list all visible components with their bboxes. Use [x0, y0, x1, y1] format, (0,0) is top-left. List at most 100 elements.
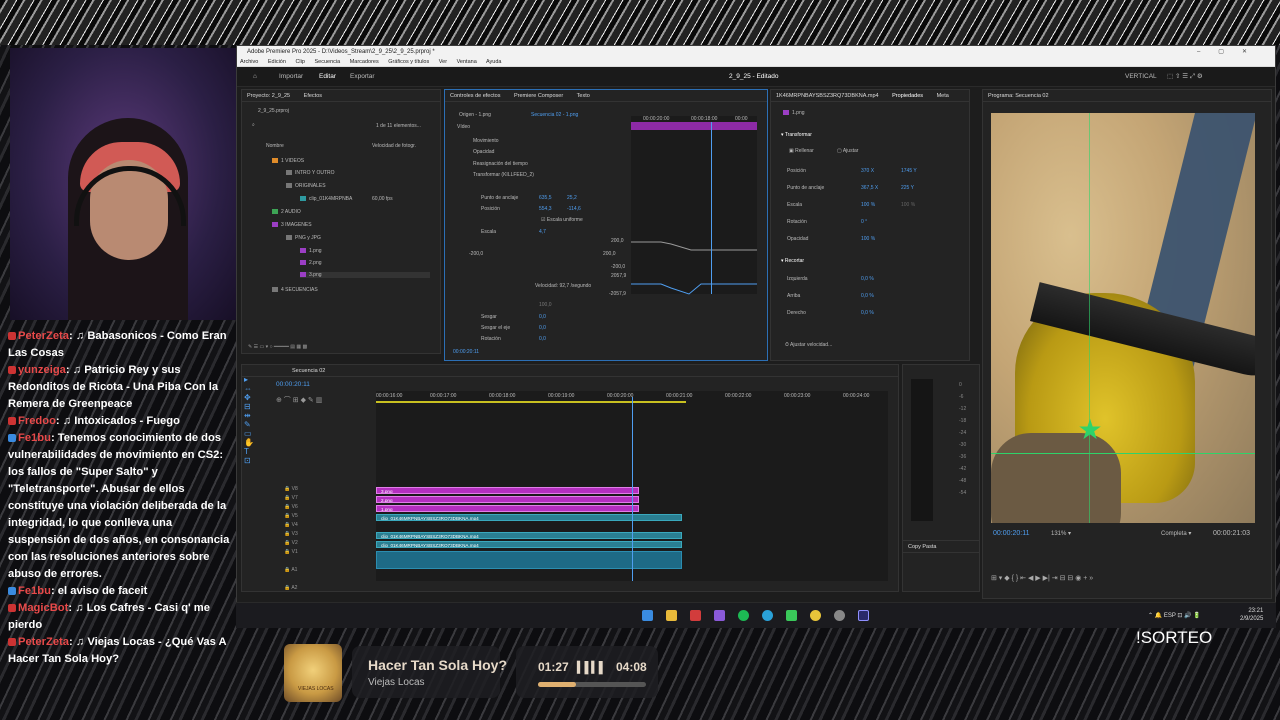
list-item[interactable]: clip_01K4MRPNBA [300, 196, 352, 202]
tab-premiere-composer[interactable]: Premiere Composer [514, 93, 563, 99]
prop-value[interactable]: 0,0 % [861, 276, 874, 282]
app-icon[interactable] [834, 610, 845, 621]
playhead[interactable] [711, 122, 712, 294]
program-preview[interactable]: ★ [991, 113, 1255, 523]
sesgar-eje-value[interactable]: 0,0 [539, 325, 546, 331]
prop-value[interactable]: 1745 Y [901, 168, 917, 174]
prop-value[interactable]: 100 % [861, 236, 875, 242]
list-item[interactable]: 2 AUDIO [272, 209, 301, 215]
prop-value[interactable]: 100 % [861, 202, 875, 208]
tab-meta[interactable]: Meta [937, 93, 949, 99]
anchor-y[interactable]: 25,2 [567, 195, 577, 201]
col-fps[interactable]: Velocidad de fotogr. [372, 143, 416, 149]
list-item[interactable]: 1 VIDEOS [272, 158, 304, 164]
sesgar-value[interactable]: 0,0 [539, 314, 546, 320]
anchor-x[interactable]: 635,5 [539, 195, 552, 201]
menu-ayuda[interactable]: Ayuda [486, 59, 502, 65]
tab-efectos[interactable]: Efectos [304, 93, 322, 99]
prop-value[interactable]: 225 Y [901, 185, 914, 191]
prop-value[interactable]: 0,0 % [861, 293, 874, 299]
menu-edicion[interactable]: Edición [268, 59, 286, 65]
position-y[interactable]: -114,6 [567, 206, 581, 212]
chrome-icon[interactable] [810, 610, 821, 621]
track-headers[interactable]: 🔒 V8 🔒 V7 🔒 V6 🔒 V5 🔒 V4 🔒 V3 🔒 V2 🔒 V1 🔒 A1 🔒 A2 [284, 485, 298, 591]
work-area-bar[interactable] [376, 401, 686, 403]
menu-archivo[interactable]: Archivo [240, 59, 258, 65]
param-movimiento[interactable]: Movimiento [473, 138, 499, 144]
app-icon[interactable] [714, 610, 725, 621]
menu-ver[interactable]: Ver [439, 59, 447, 65]
list-item[interactable]: 2.png [300, 260, 322, 266]
source-label[interactable]: Origen - 1.png [459, 112, 491, 118]
list-item[interactable]: ORIGINALES [286, 183, 326, 189]
start-icon[interactable] [642, 610, 653, 621]
list-item[interactable]: INTRO Y OUTRO [286, 170, 335, 176]
spotify-icon[interactable] [738, 610, 749, 621]
zoom-select[interactable]: 131% ▾ [1051, 530, 1071, 537]
menu-ventana[interactable]: Ventana [457, 59, 477, 65]
timeline-controls[interactable]: ⊕ ⌒ ⊞ ◆ ✎ ▥ [276, 395, 322, 405]
transform-section[interactable]: ▾ Transformar [781, 132, 812, 138]
search-icon[interactable]: ⌕ [252, 122, 255, 128]
video-clip[interactable]: clip_01K46MRPNBAYSBSZ3RQ73DBKNA.mp4 [376, 514, 682, 521]
source-tab[interactable]: 1K46MRPNBAYSBSZ3RQ73DBKNA.mp4 [776, 93, 879, 99]
timeline-timecode[interactable]: 00:00:20:11 [276, 381, 310, 388]
tools-icons[interactable]: ▸ ⇔ ✥ ⊟ ⇹ ✎ ▭ ✋ T ⊡ [244, 375, 254, 465]
list-item[interactable]: 4 SECUENCIAS [272, 287, 318, 293]
copy-pasta-header[interactable]: Copy Pasta [903, 541, 979, 553]
clip-2-png[interactable]: 2.png [376, 496, 639, 503]
quality-select[interactable]: Completa ▾ [1161, 530, 1191, 537]
window-controls[interactable]: –▢✕ [1197, 46, 1265, 58]
tab-editar[interactable]: Editar [319, 67, 336, 87]
prop-value[interactable]: 0,0 % [861, 310, 874, 316]
home-icon[interactable]: ⌂ [253, 67, 257, 87]
target-label[interactable]: Secuencia 02 - 1.png [531, 112, 578, 118]
param-transformar[interactable]: Transformar (KILLFEED_2) [473, 172, 534, 178]
program-timecode[interactable]: 00:00:20:11 [993, 530, 1029, 537]
clock[interactable]: 23:21 2/9/2025 [1240, 607, 1263, 623]
list-item[interactable]: PNG y JPG [286, 235, 321, 241]
prop-value[interactable]: 0 ° [861, 219, 867, 225]
menu-clip[interactable]: Clip [295, 59, 304, 65]
position-x[interactable]: 554,3 [539, 206, 552, 212]
tab-controles-efectos[interactable]: Controles de efectos [450, 93, 500, 99]
list-item[interactable]: 3.png [300, 272, 430, 278]
app-icon[interactable] [786, 610, 797, 621]
timeline-playhead[interactable] [632, 397, 633, 581]
prop-value[interactable]: 100 % [901, 202, 915, 208]
menu-secuencia[interactable]: Secuencia [314, 59, 340, 65]
uniform-scale-checkbox[interactable]: ☑ Escala uniforme [541, 217, 583, 223]
menu-graficos[interactable]: Gráficos y títulos [388, 59, 429, 65]
speed-button[interactable]: ⏱ Ajustar velocidad... [785, 342, 832, 348]
premiere-icon[interactable] [858, 610, 869, 621]
fit-option[interactable]: ▢ Ajustar [837, 148, 858, 154]
menu-marcadores[interactable]: Marcadores [350, 59, 379, 65]
tray[interactable]: ⌃ 🔔 ESP ⊡ 🔊 🔋 [1148, 612, 1201, 619]
effects-timecode[interactable]: 00:00:20:11 [453, 349, 479, 355]
tab-exportar[interactable]: Exportar [350, 67, 375, 87]
param-reasignacion[interactable]: Reasignación del tiempo [473, 161, 528, 167]
list-item[interactable]: 3 IMAGENES [272, 222, 312, 228]
tab-importar[interactable]: Importar [279, 67, 303, 87]
tab-propiedades[interactable]: Propiedades [892, 93, 923, 99]
video-clip[interactable]: clip_01K46MRPNBAYSBSZ3RQ73DBKNA.mp4 [376, 532, 682, 539]
tab-texto[interactable]: Texto [577, 93, 590, 99]
scale-value[interactable]: 4,7 [539, 229, 546, 235]
app-icon[interactable] [690, 610, 701, 621]
col-name[interactable]: Nombre [266, 143, 284, 149]
explorer-icon[interactable] [666, 610, 677, 621]
list-item[interactable]: 1.png [300, 248, 322, 254]
app-icon[interactable] [762, 610, 773, 621]
clip-1-png[interactable]: 1.png [376, 505, 639, 512]
layout-mode[interactable]: VERTICAL [1125, 67, 1157, 87]
param-opacidad[interactable]: Opacidad [473, 149, 494, 155]
video-clip[interactable]: clip_01K46MRPNBAYSBSZ3RQ73DBKNA.mp4 [376, 541, 682, 548]
tab-proyecto[interactable]: Proyecto: 2_9_25 [247, 93, 290, 99]
toolbar-icons[interactable]: ⬚ ⇧ ☰ ⤢ ⚙ [1167, 67, 1203, 87]
clip-3-png[interactable]: 3.png [376, 487, 639, 494]
project-toolbar-icons[interactable]: ✎ ☰ ▭ ▾ ○ ━━━━━ ▤ ▦ ▩ [248, 344, 307, 350]
crop-section[interactable]: ▾ Recortar [781, 258, 804, 264]
rotacion-value[interactable]: 0,0 [539, 336, 546, 342]
prop-value[interactable]: 370 X [861, 168, 874, 174]
playback-controls[interactable]: ⊞ ▾ ◆ { } ⇤ ◀ ▶ ▶| ⇥ ⊟ ⊟ ◉ + » [991, 574, 1093, 582]
